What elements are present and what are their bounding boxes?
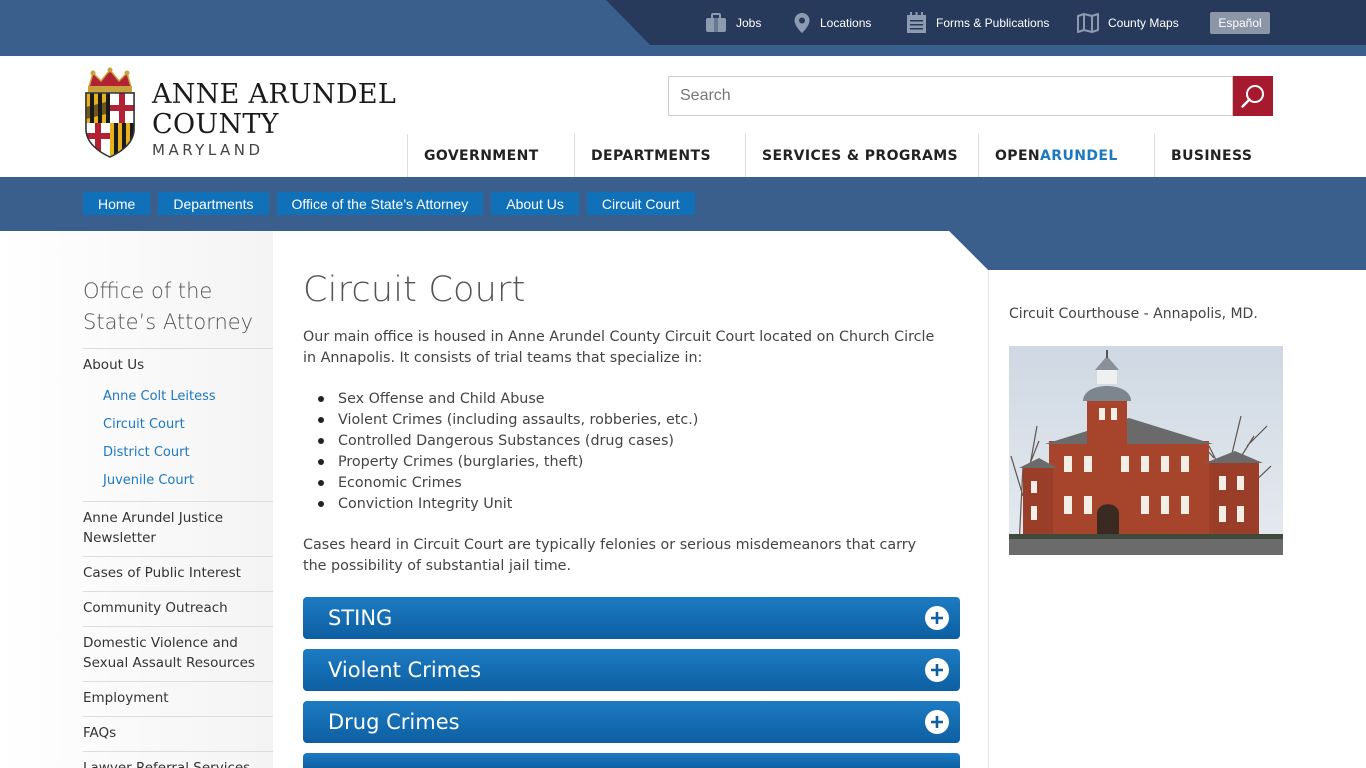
- sidebar-item-domestic-violence[interactable]: Domestic Violence and Sexual Assault Res…: [83, 626, 273, 681]
- breadcrumb-departments[interactable]: Departments: [158, 192, 269, 215]
- breadcrumb-about-us[interactable]: About Us: [491, 192, 579, 215]
- forms-icon: [907, 12, 926, 33]
- search-input[interactable]: [668, 76, 1233, 116]
- accordion-label: Violent Crimes: [328, 658, 482, 682]
- utility-forms-link[interactable]: Forms & Publications: [906, 10, 1049, 36]
- sidebar-nav: About Us Anne Colt Leitess Circuit Court…: [83, 348, 273, 768]
- espanol-button[interactable]: Español: [1210, 12, 1270, 34]
- list-item: Economic Crimes: [318, 473, 698, 494]
- state-name: MARYLAND: [152, 141, 264, 159]
- plus-icon: [925, 658, 949, 682]
- nav-government[interactable]: GOVERNMENT: [407, 134, 574, 177]
- breadcrumb: Home Departments Office of the State's A…: [83, 192, 703, 215]
- sidebar-item-lawyer-referral[interactable]: Lawyer Referral Services: [83, 751, 273, 768]
- sidebar-sub-juvenile-court[interactable]: Juvenile Court: [83, 467, 273, 495]
- outro-paragraph: Cases heard in Circuit Court are typical…: [303, 537, 917, 574]
- accordion-drug-crimes[interactable]: Drug Crimes: [303, 701, 960, 743]
- nav-business[interactable]: BUSINESS: [1154, 134, 1266, 177]
- county-wordmark[interactable]: ANNE ARUNDEL COUNTY MARYLAND: [152, 79, 397, 160]
- content-card-edge: [988, 270, 989, 768]
- accordion-next[interactable]: [303, 753, 960, 768]
- courthouse-image: [1009, 346, 1283, 555]
- list-item: Conviction Integrity Unit: [318, 494, 698, 515]
- list-item: Property Crimes (burglaries, theft): [318, 452, 698, 473]
- breadcrumb-states-attorney[interactable]: Office of the State's Attorney: [276, 192, 484, 215]
- utility-maps-label: County Maps: [1108, 16, 1179, 30]
- map-icon: [1077, 13, 1099, 33]
- search-icon: [1241, 85, 1264, 108]
- nav-openarundel-suffix: ARUNDEL: [1040, 147, 1118, 164]
- map-pin-icon: [794, 13, 810, 33]
- sidebar-sub-anne-colt-leitess[interactable]: Anne Colt Leitess: [83, 383, 273, 411]
- sidebar-item-employment[interactable]: Employment: [83, 681, 273, 716]
- county-name-line2: COUNTY: [152, 109, 279, 140]
- list-item: Sex Offense and Child Abuse: [318, 389, 698, 410]
- sidebar-subnav: Anne Colt Leitess Circuit Court District…: [83, 383, 273, 501]
- utility-forms-label: Forms & Publications: [936, 16, 1050, 30]
- nav-departments[interactable]: DEPARTMENTS: [574, 134, 745, 177]
- search-button[interactable]: [1233, 76, 1273, 116]
- courthouse-photo: [1009, 346, 1283, 555]
- county-name-line1: ANNE ARUNDEL: [152, 79, 397, 110]
- breadcrumb-home[interactable]: Home: [83, 192, 151, 215]
- nav-services-programs[interactable]: SERVICES & PROGRAMS: [745, 134, 978, 177]
- list-item: Violent Crimes (including assaults, robb…: [318, 410, 698, 431]
- sidebar-item-about-us[interactable]: About Us: [83, 348, 273, 383]
- breadcrumb-circuit-court[interactable]: Circuit Court: [586, 192, 695, 215]
- utility-jobs-label: Jobs: [736, 16, 762, 30]
- accordion-label: Drug Crimes: [328, 710, 460, 734]
- sidebar-item-cases-public-interest[interactable]: Cases of Public Interest: [83, 556, 273, 591]
- sidebar-item-faqs[interactable]: FAQs: [83, 716, 273, 751]
- page-title: Circuit Court: [303, 270, 526, 310]
- breadcrumb-band-extension: [949, 231, 1366, 270]
- intro-paragraph: Our main office is housed in Anne Arunde…: [303, 329, 935, 366]
- sidebar-item-newsletter[interactable]: Anne Arundel Justice Newsletter: [83, 501, 273, 556]
- main-navigation: GOVERNMENT DEPARTMENTS SERVICES & PROGRA…: [407, 134, 1266, 177]
- county-seal-logo[interactable]: [83, 67, 137, 163]
- briefcase-icon: [706, 13, 726, 32]
- photo-caption: Circuit Courthouse - Annapolis, MD.: [1009, 306, 1258, 322]
- accordion-sting[interactable]: STING: [303, 597, 960, 639]
- sidebar-sub-district-court[interactable]: District Court: [83, 439, 273, 467]
- accordion-label: STING: [328, 606, 393, 630]
- nav-openarundel-prefix: OPEN: [995, 147, 1041, 164]
- utility-jobs-link[interactable]: Jobs: [705, 10, 761, 36]
- sidebar-item-community-outreach[interactable]: Community Outreach: [83, 591, 273, 626]
- sidebar-sub-circuit-court[interactable]: Circuit Court: [83, 411, 273, 439]
- nav-openarundel[interactable]: OPEN ARUNDEL: [978, 134, 1154, 177]
- county-seal-icon: [85, 67, 135, 158]
- trial-teams-list: Sex Offense and Child Abuse Violent Crim…: [318, 389, 698, 515]
- utility-locations-label: Locations: [820, 16, 872, 30]
- list-item: Controlled Dangerous Substances (drug ca…: [318, 431, 698, 452]
- plus-icon: [925, 710, 949, 734]
- sidebar-title[interactable]: Office of the State’s Attorney: [83, 276, 273, 338]
- utility-maps-link[interactable]: County Maps: [1077, 10, 1179, 36]
- accordion-violent-crimes[interactable]: Violent Crimes: [303, 649, 960, 691]
- plus-icon: [925, 606, 949, 630]
- utility-locations-link[interactable]: Locations: [793, 10, 871, 36]
